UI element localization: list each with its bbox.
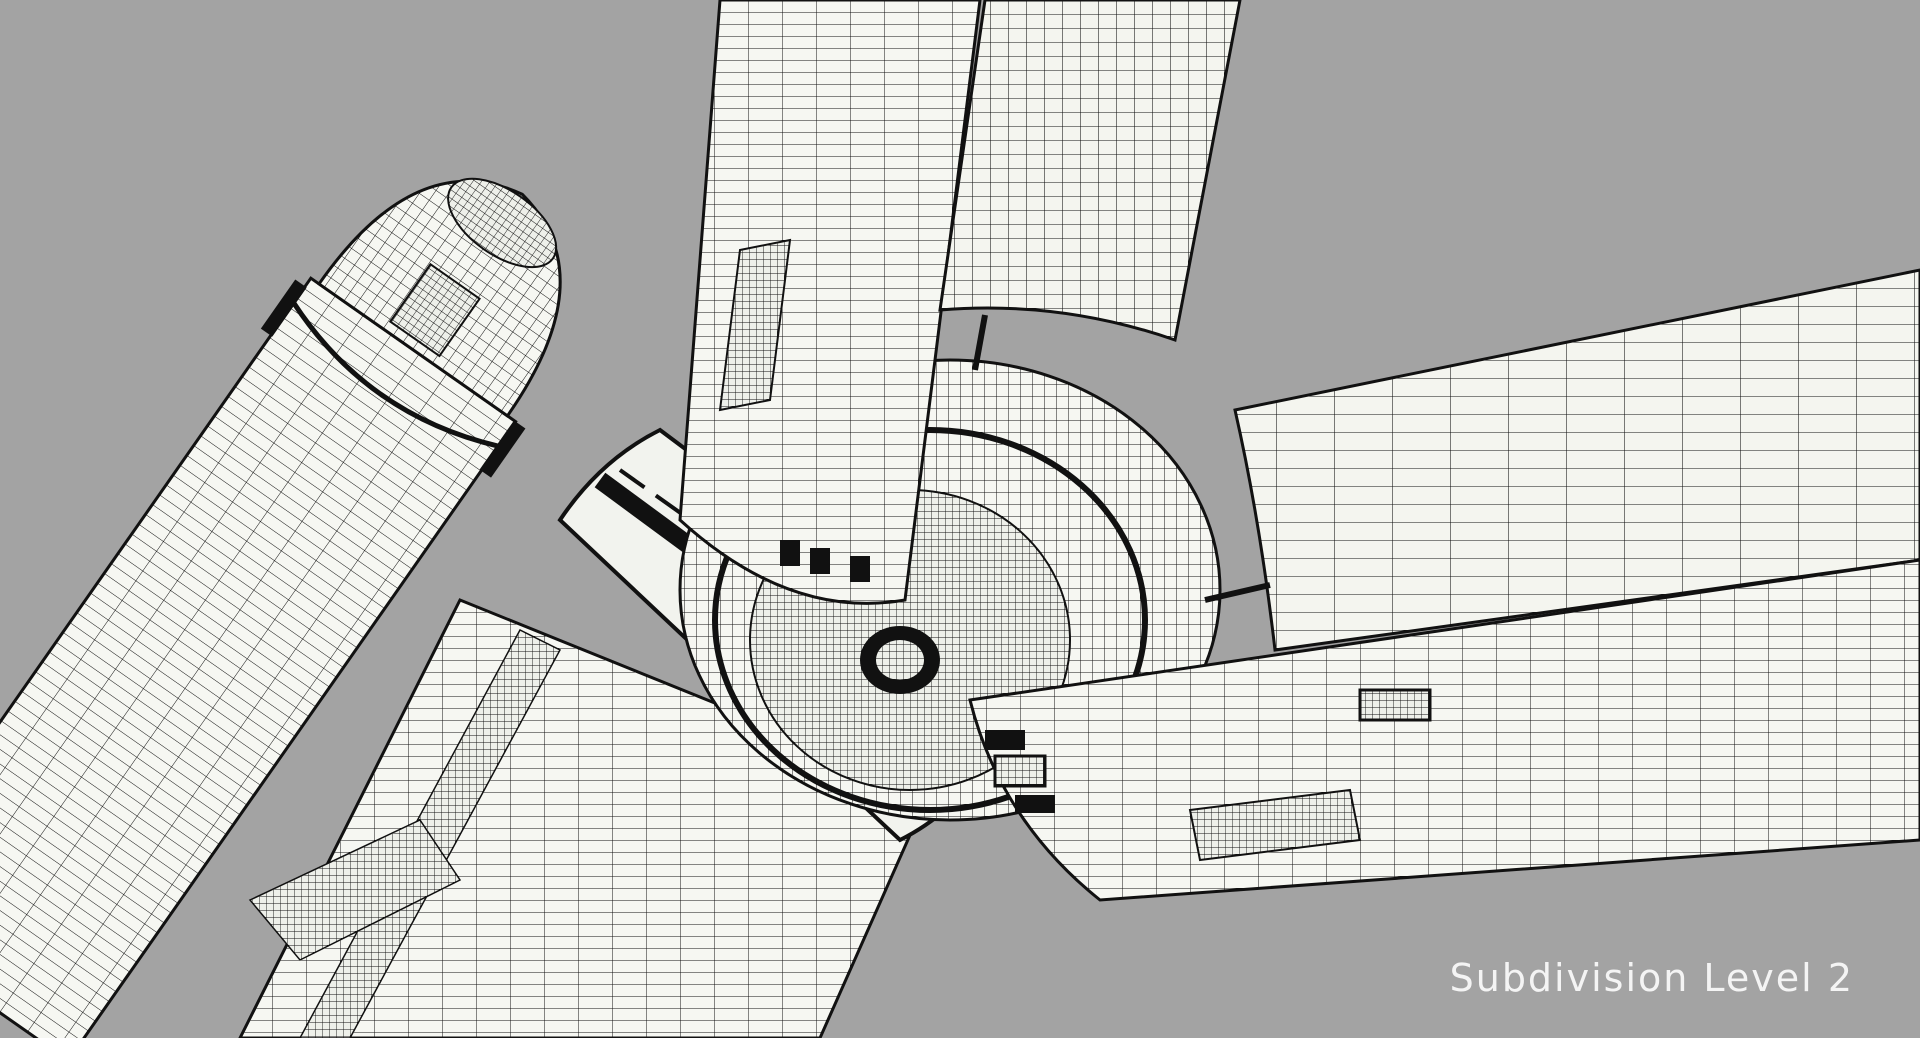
3d-viewport[interactable]: Subdivision Level 2 bbox=[0, 0, 1920, 1038]
solar-panel-top[interactable] bbox=[938, 0, 1242, 371]
wireframe-scene bbox=[0, 0, 1920, 1038]
subdivision-level-label: Subdivision Level 2 bbox=[1449, 956, 1854, 1000]
